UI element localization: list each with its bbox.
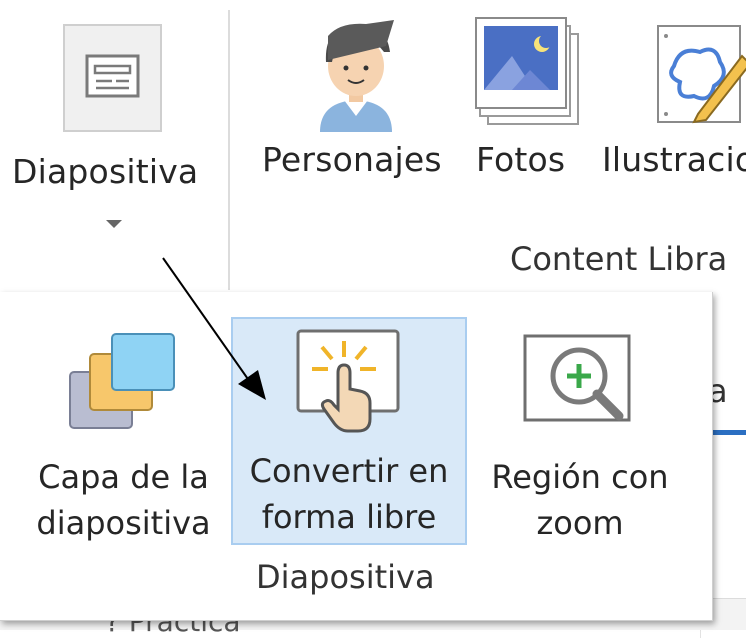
annotation-arrow (162, 257, 266, 400)
